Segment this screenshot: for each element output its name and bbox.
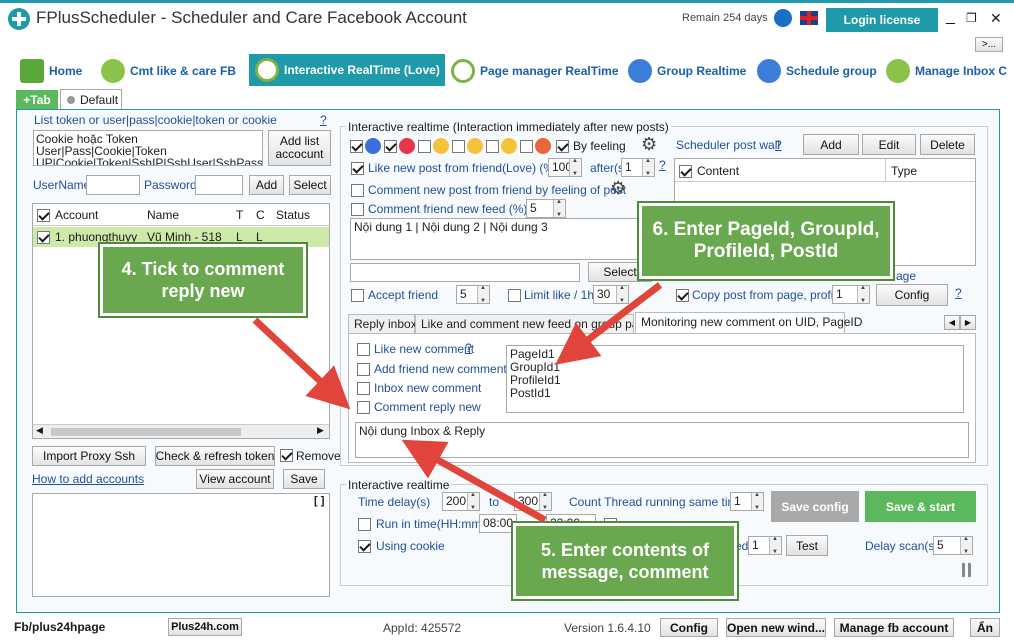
arrow-to-ids [555,282,663,365]
callout-step-4: 4. Tick to comment reply new [98,242,308,318]
callout-step-5: 5. Enter contents of message, comment [511,521,739,601]
arrow-to-message [401,439,547,524]
callout-step-6: 6. Enter PageId, GroupId, ProfileId, Pos… [637,201,895,281]
annotation-arrows [252,282,663,524]
arrow-to-comment-reply [252,317,351,410]
